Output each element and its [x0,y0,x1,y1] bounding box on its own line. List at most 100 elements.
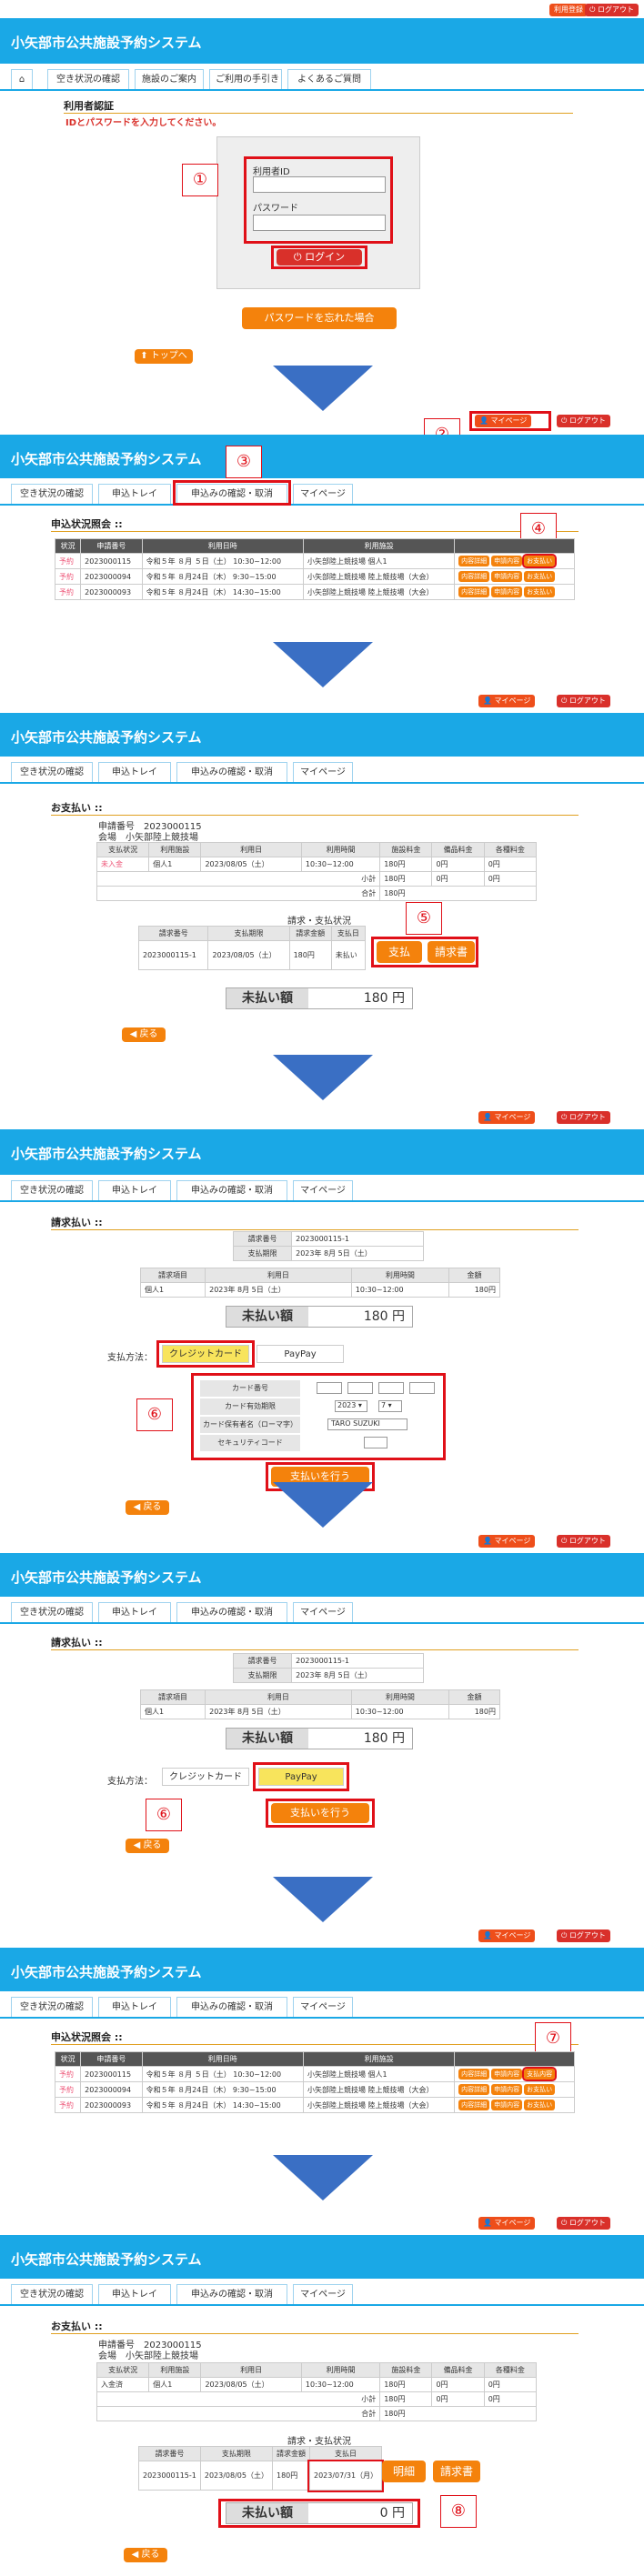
status-section-label: 申込状況照会 :: [51,518,123,530]
detail-button[interactable]: 明細 [382,2461,426,2482]
register-button[interactable]: 利用登録 [549,4,588,16]
tab-mypage[interactable]: マイページ [293,1997,353,2017]
pay-button[interactable]: 支払 [377,941,422,963]
logout-button[interactable]: ⏻ ログアウト [557,415,610,427]
col-date: 利用日時 [141,2051,304,2067]
tab-mypage[interactable]: マイページ [293,1180,353,1200]
col-equip: 備品料金 [431,842,485,857]
tab-facility-guide[interactable]: 施設のご案内 [135,69,204,89]
detail-button[interactable]: 内容詳細 [458,2100,490,2110]
status-section-title: 申込状況照会 :: [51,516,579,532]
invoice-section-label: 請求払い :: [51,1637,103,1649]
expiry-month-select[interactable]: 7 ▾ [378,1400,402,1412]
mypage-button[interactable]: 👤 マイページ [478,695,536,707]
cell-facility: 小矢部陸上競技場 陸上競技場（大会） [302,568,456,585]
paypay-tab[interactable]: PayPay [258,1768,344,1786]
detail-button[interactable]: 内容詳細 [458,586,490,597]
cell-actions: 内容詳細 申請内容 お支払い [454,2097,575,2113]
tab-confirm-cancel[interactable]: 申込みの確認・取消 [176,762,287,782]
billing-table: 請求番号 支払期限 請求金額 支払日 2023000115-1 2023/08/05（土… [137,926,367,970]
to-top-button[interactable]: ⬆ トップへ [135,349,193,364]
submit-payment-button[interactable]: 支払いを行う [271,1803,369,1823]
col-other: 各種料金 [483,2362,538,2378]
invoice-button[interactable]: 請求書 [428,941,475,963]
card-number-input-4[interactable] [409,1382,435,1394]
cvc-input[interactable] [364,1437,387,1448]
password-input[interactable] [253,215,386,231]
tab-availability[interactable]: 空き状況の確認 [11,762,93,782]
logout-button[interactable]: ⏻ ログアウト [557,1929,610,1942]
payment-button[interactable]: お支払い [524,571,556,582]
card-number-input-2[interactable] [347,1382,373,1394]
tab-confirm-cancel[interactable]: 申込みの確認・取消 [176,1180,287,1200]
invoice-button[interactable]: 請求書 [433,2461,480,2482]
content-button[interactable]: 申請内容 [491,556,523,566]
detail-button[interactable]: 内容詳細 [458,571,490,582]
tab-availability[interactable]: 空き状況の確認 [11,2284,93,2304]
col-state: 状況 [54,2051,82,2067]
content-button[interactable]: 申請内容 [491,2100,523,2110]
tab-faq[interactable]: よくあるご質問 [287,69,371,89]
tab-availability[interactable]: 空き状況の確認 [11,1602,93,1622]
tab-confirm-cancel[interactable]: 申込みの確認・取消 [176,2284,287,2304]
tab-availability[interactable]: 空き状況の確認 [47,69,129,89]
tab-user-guide[interactable]: ご利用の手引き [209,69,282,89]
mypage-button[interactable]: 👤 マイページ [478,1111,536,1124]
paypay-tab[interactable]: PayPay [257,1345,344,1363]
tab-tray[interactable]: 申込トレイ [98,2284,171,2304]
col-amount: 請求金額 [288,926,332,941]
expiry-year-select[interactable]: 2023 ▾ [335,1400,367,1412]
mypage-button[interactable]: 👤 マイページ [478,1535,536,1548]
credit-card-tab[interactable]: クレジットカード [162,1345,249,1363]
tab-tray[interactable]: 申込トレイ [98,1997,171,2017]
back-button[interactable]: ◀ 戻る [122,1027,166,1042]
tab-mypage[interactable]: マイページ [293,762,353,782]
logout-button[interactable]: ⏻ ログアウト [557,1111,610,1124]
total-value: 180円 [379,2406,537,2421]
tab-availability[interactable]: 空き状況の確認 [11,1180,93,1200]
tab-confirm-cancel[interactable]: 申込みの確認・取消 [176,1997,287,2017]
back-button[interactable]: ◀ 戻る [126,1839,169,1853]
login-button[interactable]: ⏻ ログイン [277,249,362,266]
mypage-label: マイページ [494,697,531,705]
mypage-button[interactable]: 👤 マイページ [478,1929,536,1942]
user-id-input[interactable] [253,176,386,193]
col-amount: 金額 [448,1268,501,1283]
tab-tray[interactable]: 申込トレイ [98,1602,171,1622]
payment-button[interactable]: お支払い [522,554,558,568]
holder-input[interactable]: TARO SUZUKI [327,1418,408,1430]
detail-button[interactable]: 内容詳細 [458,2069,490,2080]
tab-tray[interactable]: 申込トレイ [98,1180,171,1200]
home-icon[interactable]: ⌂ [11,69,33,89]
card-number-input-1[interactable] [317,1382,342,1394]
payment-button[interactable]: お支払い [524,586,556,597]
content-button[interactable]: 申請内容 [491,586,523,597]
content-button[interactable]: 申請内容 [491,2084,523,2095]
content-button[interactable]: 申請内容 [491,2069,523,2080]
forgot-password-button[interactable]: パスワードを忘れた場合 [242,307,397,329]
detail-button[interactable]: 内容詳細 [458,556,490,566]
tab-confirm-cancel[interactable]: 申込みの確認・取消 [176,1602,287,1622]
content-button[interactable]: 申請内容 [491,571,523,582]
mypage-button[interactable]: 👤 マイページ [475,415,532,427]
mypage-button[interactable]: 👤 マイページ [478,2217,536,2230]
logout-button[interactable]: ⏻ ログアウト [557,1535,610,1548]
tab-availability[interactable]: 空き状況の確認 [11,1997,93,2017]
logout-button[interactable]: ⏻ ログアウト [585,4,639,16]
credit-card-tab[interactable]: クレジットカード [162,1768,249,1786]
back-button[interactable]: ◀ 戻る [126,1500,169,1515]
tab-tray[interactable]: 申込トレイ [98,762,171,782]
detail-button[interactable]: 内容詳細 [458,2084,490,2095]
tab-tray[interactable]: 申込トレイ [98,484,171,504]
tab-mypage[interactable]: マイページ [293,2284,353,2304]
tab-mypage[interactable]: マイページ [293,484,353,504]
logout-button[interactable]: ⏻ ログアウト [557,695,610,707]
back-button[interactable]: ◀ 戻る [124,2548,167,2562]
logout-button[interactable]: ⏻ ログアウト [557,2217,610,2230]
payment-button[interactable]: お支払い [524,2084,556,2095]
tab-availability[interactable]: 空き状況の確認 [11,484,93,504]
payment-detail-button[interactable]: 支払内容 [522,2067,558,2081]
tab-mypage[interactable]: マイページ [293,1602,353,1622]
card-number-input-3[interactable] [378,1382,404,1394]
payment-button[interactable]: お支払い [524,2100,556,2110]
